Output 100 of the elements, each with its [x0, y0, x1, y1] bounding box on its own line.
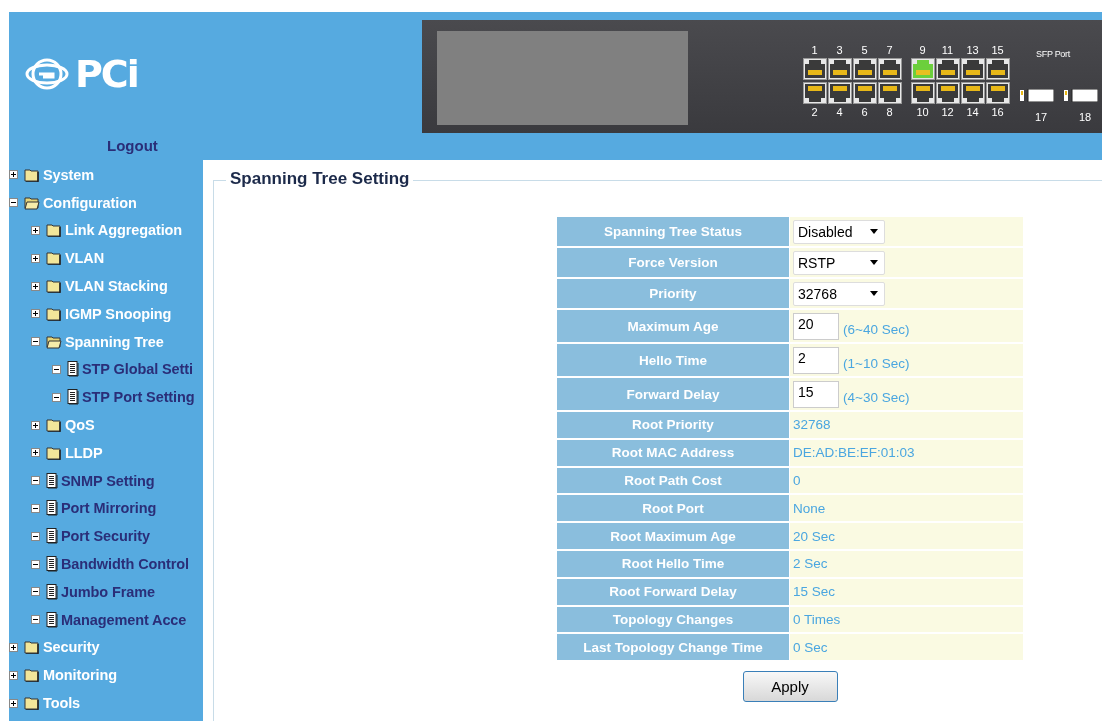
- collapse-icon[interactable]: [52, 364, 61, 374]
- port-number: 13: [966, 43, 979, 57]
- field-value: None: [789, 494, 1023, 523]
- port-number: 10: [916, 105, 929, 119]
- field-value: 32768: [789, 411, 1023, 439]
- field-label: Hello Time: [557, 343, 790, 377]
- field-label: Force Version: [557, 247, 790, 278]
- field-label: Root Forward Delay: [557, 577, 790, 606]
- port-number: 1: [811, 43, 818, 57]
- field-label: Root Priority: [557, 411, 790, 439]
- dropdown-field[interactable]: RSTP: [793, 250, 885, 275]
- logo-icon: [25, 57, 69, 91]
- field-value: 2 Sec: [789, 550, 1023, 578]
- document-icon: [46, 583, 58, 600]
- field-value: 0 Times: [789, 605, 1023, 634]
- folder-icon: [24, 167, 40, 182]
- collapse-icon[interactable]: [31, 503, 40, 513]
- folder-icon: [46, 279, 62, 294]
- port-number: 7: [886, 43, 893, 57]
- port-number: 8: [886, 105, 893, 119]
- collapse-icon[interactable]: [31, 615, 40, 625]
- open-folder-icon: [24, 195, 40, 210]
- field-value: 20 Sec: [789, 522, 1023, 550]
- port-number: 14: [966, 105, 979, 119]
- dropdown-field[interactable]: 32768: [793, 281, 885, 306]
- tree-item[interactable]: Configuration: [43, 194, 137, 211]
- expand-icon[interactable]: [9, 642, 18, 652]
- folder-icon: [24, 668, 40, 683]
- expand-icon[interactable]: [31, 309, 40, 319]
- logout-link[interactable]: Logout: [107, 137, 158, 154]
- tree-item[interactable]: System: [43, 166, 94, 183]
- tree-item[interactable]: Bandwidth Control: [61, 556, 189, 573]
- collapse-icon[interactable]: [9, 198, 18, 208]
- document-icon: [46, 528, 58, 545]
- document-icon: [46, 556, 58, 573]
- tree-item[interactable]: STP Port Setting: [82, 389, 195, 406]
- input-field[interactable]: 20: [793, 312, 839, 340]
- expand-icon[interactable]: [31, 448, 40, 458]
- tree-item[interactable]: Security: [43, 639, 100, 656]
- sfp-port-icon: [1020, 89, 1054, 102]
- tree-item[interactable]: STP Global Setti: [82, 361, 193, 378]
- folder-icon: [46, 223, 62, 238]
- tree-item[interactable]: Tools: [43, 695, 81, 712]
- field-label: Root Port: [557, 494, 790, 523]
- expand-icon[interactable]: [9, 670, 18, 680]
- expand-icon[interactable]: [31, 281, 40, 291]
- sfp-port-icon: [1064, 89, 1098, 102]
- tree-item[interactable]: IGMP Snooping: [65, 305, 172, 322]
- tree-item[interactable]: Management Acce: [61, 611, 187, 628]
- port-number: 4: [836, 105, 843, 119]
- collapse-icon[interactable]: [31, 559, 40, 569]
- field-value: 15 Sec: [789, 577, 1023, 606]
- collapse-icon[interactable]: [31, 476, 40, 486]
- field-label: Topology Changes: [557, 605, 790, 634]
- tree-item[interactable]: SNMP Setting: [61, 472, 155, 489]
- tree-item[interactable]: Port Security: [61, 528, 150, 545]
- expand-icon[interactable]: [31, 226, 40, 235]
- apply-button[interactable]: Apply: [742, 671, 838, 703]
- input-field[interactable]: 2: [793, 346, 839, 374]
- port-number: 9: [919, 43, 926, 57]
- collapse-icon[interactable]: [31, 531, 40, 541]
- tree-item[interactable]: VLAN Stacking: [65, 278, 168, 295]
- port-number: 16: [991, 105, 1004, 119]
- range-hint: (4~30 Sec): [843, 389, 910, 405]
- tree-item[interactable]: QoS: [65, 417, 95, 434]
- tree-item[interactable]: Jumbo Frame: [61, 583, 155, 600]
- expand-icon[interactable]: [9, 170, 18, 180]
- expand-icon[interactable]: [9, 698, 18, 708]
- dropdown-field[interactable]: Disabled: [793, 219, 885, 244]
- field-label: Root MAC Address: [557, 438, 790, 467]
- port-number: 18: [1078, 110, 1092, 124]
- document-icon: [46, 472, 58, 489]
- tree-item[interactable]: Spanning Tree: [65, 333, 164, 350]
- logo-text: PCi: [75, 56, 138, 92]
- port-number: 15: [991, 43, 1004, 57]
- collapse-icon[interactable]: [31, 337, 40, 347]
- expand-icon[interactable]: [31, 253, 40, 263]
- field-label: Root Hello Time: [557, 550, 790, 578]
- field-label: Maximum Age: [557, 309, 790, 343]
- field-value: 0 Sec: [789, 633, 1023, 662]
- port-number: 17: [1034, 110, 1048, 124]
- port-number: 2: [811, 105, 818, 119]
- field-label: Last Topology Change Time: [557, 633, 790, 662]
- range-hint: (1~10 Sec): [843, 355, 910, 371]
- collapse-icon[interactable]: [52, 392, 61, 402]
- tree-item[interactable]: Monitoring: [43, 667, 117, 684]
- field-label: Forward Delay: [557, 377, 790, 411]
- tree-item[interactable]: Port Mirroring: [61, 500, 157, 517]
- section-title: Spanning Tree Setting: [226, 169, 414, 189]
- field-label: Root Path Cost: [557, 466, 790, 495]
- expand-icon[interactable]: [31, 420, 40, 430]
- input-field[interactable]: 15: [793, 380, 839, 408]
- collapse-icon[interactable]: [31, 587, 40, 597]
- folder-icon: [46, 445, 62, 460]
- port-number: 5: [861, 43, 868, 57]
- open-folder-icon: [46, 334, 62, 349]
- folder-icon: [24, 640, 40, 655]
- tree-item[interactable]: VLAN: [65, 250, 105, 267]
- tree-item[interactable]: Link Aggregation: [65, 222, 183, 239]
- tree-item[interactable]: LLDP: [65, 444, 103, 461]
